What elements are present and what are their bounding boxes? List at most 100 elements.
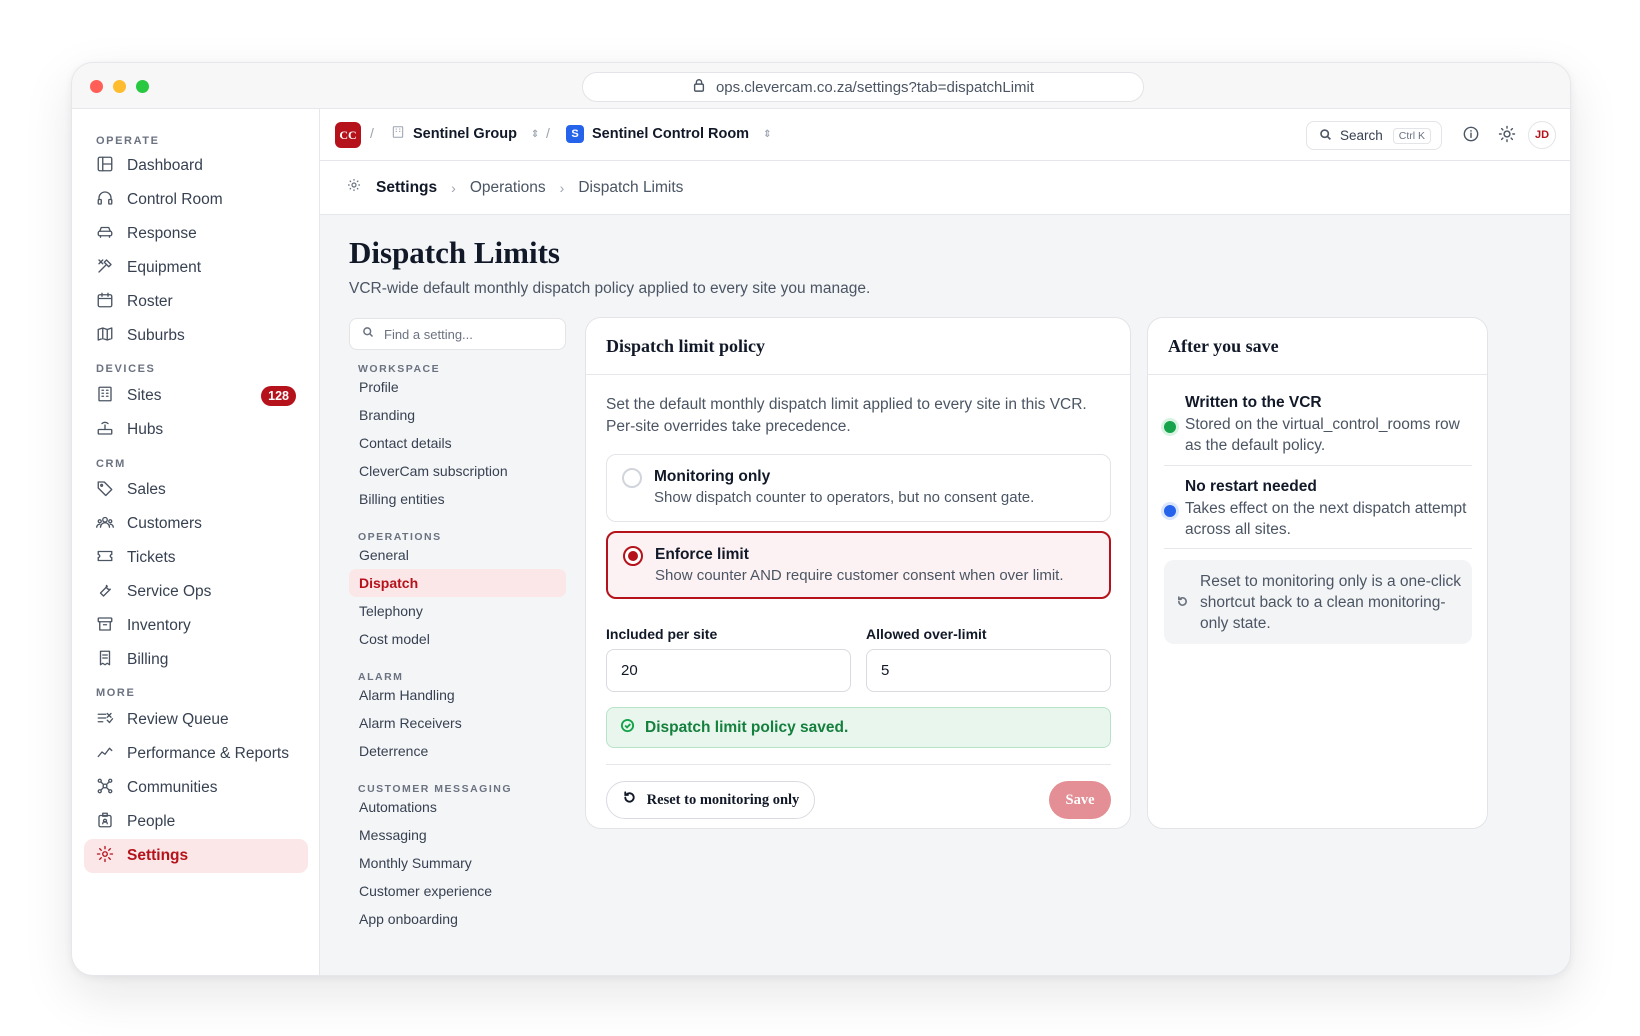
clevercam-logo[interactable]: CC	[335, 122, 361, 148]
nav-item-branding[interactable]: Branding	[349, 401, 566, 429]
sidebar-item-response[interactable]: Response	[84, 217, 308, 251]
sidebar-item-equipment[interactable]: Equipment	[84, 251, 308, 285]
sidebar-item-billing[interactable]: Billing	[84, 643, 308, 677]
nav-item-telephony[interactable]: Telephony	[349, 597, 566, 625]
id-badge-icon	[96, 811, 114, 834]
sidebar-item-communities[interactable]: Communities	[84, 771, 308, 805]
room-name: Sentinel Control Room	[592, 126, 750, 142]
option-title: Monitoring only	[654, 468, 771, 485]
radio-button-selected[interactable]	[623, 546, 643, 566]
nav-item-billing-entities[interactable]: Billing entities	[349, 485, 566, 513]
sidebar-item-hubs[interactable]: Hubs	[84, 413, 308, 447]
sidebar-item-label: Review Queue	[127, 711, 229, 728]
sidebar-item-label: Sites	[127, 387, 162, 404]
settings-search-input[interactable]	[384, 326, 554, 342]
sidebar-item-label: Service Ops	[127, 583, 212, 600]
minimize-window-button[interactable]	[113, 80, 126, 93]
calendar-icon	[96, 291, 114, 314]
settings-search[interactable]	[349, 318, 566, 350]
sun-icon[interactable]	[1497, 124, 1517, 144]
global-search-button[interactable]: Search Ctrl K	[1306, 121, 1442, 150]
dispatch-policy-card: Dispatch limit policy Set the default mo…	[585, 317, 1131, 829]
option-enforce-limit[interactable]: Enforce limit Show counter AND require c…	[606, 531, 1111, 599]
maximize-window-button[interactable]	[136, 80, 149, 93]
nav-item-monthly-summary[interactable]: Monthly Summary	[349, 849, 566, 877]
sidebar-item-suburbs[interactable]: Suburbs	[84, 319, 308, 353]
main-area: CC / Sentinel Group ⇕ / S Sentinel Contr…	[320, 109, 1570, 975]
nav-item-messaging[interactable]: Messaging	[349, 821, 566, 849]
page-title: Dispatch Limits	[349, 235, 560, 270]
receipt-icon	[96, 649, 114, 672]
reset-to-monitoring-button[interactable]: Reset to monitoring only	[606, 781, 815, 819]
sidebar-item-roster[interactable]: Roster	[84, 285, 308, 319]
sidebar-item-label: Dashboard	[127, 157, 203, 174]
included-per-site-input[interactable]	[606, 649, 851, 692]
sidebar-section-crm: CRM	[96, 458, 126, 470]
nav-item-deterrence[interactable]: Deterrence	[349, 737, 566, 765]
sidebar-item-inventory[interactable]: Inventory	[84, 609, 308, 643]
nav-item-customer-experience[interactable]: Customer experience	[349, 877, 566, 905]
gear-icon	[96, 845, 114, 868]
allowed-over-limit-label: Allowed over-limit	[866, 626, 987, 642]
nav-item-automations[interactable]: Automations	[349, 793, 566, 821]
gear-icon	[346, 177, 362, 198]
divider	[1164, 465, 1472, 466]
avatar[interactable]: JD	[1528, 121, 1556, 149]
sidebar-item-review-queue[interactable]: Review Queue	[84, 703, 308, 737]
trend-icon	[96, 743, 114, 766]
building-icon	[391, 125, 405, 143]
sidebar-item-settings[interactable]: Settings	[84, 839, 308, 873]
nav-item-alarm-receivers[interactable]: Alarm Receivers	[349, 709, 566, 737]
sidebar-item-label: Control Room	[127, 191, 223, 208]
ticket-icon	[96, 547, 114, 570]
org-switcher[interactable]: Sentinel Group ⇕	[391, 125, 539, 143]
sidebar-item-control-room[interactable]: Control Room	[84, 183, 308, 217]
nav-item-general[interactable]: General	[349, 541, 566, 569]
sidebar-item-customers[interactable]: Customers	[84, 507, 308, 541]
nav-item-alarm-handling[interactable]: Alarm Handling	[349, 681, 566, 709]
breadcrumb-operations[interactable]: Operations	[470, 179, 546, 197]
breadcrumb-dispatch-limits[interactable]: Dispatch Limits	[578, 179, 683, 197]
search-icon	[362, 325, 374, 343]
nav-item-cost-model[interactable]: Cost model	[349, 625, 566, 653]
sidebar-item-sales[interactable]: Sales	[84, 473, 308, 507]
note-text: Reset to monitoring only is a one-click …	[1200, 573, 1462, 632]
chevron-updown-icon: ⇕	[530, 128, 540, 140]
allowed-over-limit-input[interactable]	[866, 649, 1111, 692]
breadcrumb-settings[interactable]: Settings	[376, 179, 437, 197]
save-button[interactable]: Save	[1049, 781, 1111, 819]
nav-item-profile[interactable]: Profile	[349, 373, 566, 401]
success-banner: Dispatch limit policy saved.	[606, 707, 1111, 748]
sidebar-item-sites[interactable]: Sites 128	[84, 379, 308, 413]
tools-icon	[96, 257, 114, 280]
close-window-button[interactable]	[90, 80, 103, 93]
sidebar-section-more: MORE	[96, 687, 136, 699]
nav-item-clevercam-subscription[interactable]: CleverCam subscription	[349, 457, 566, 485]
option-monitoring-only[interactable]: Monitoring only Show dispatch counter to…	[606, 454, 1111, 522]
sidebar-item-service-ops[interactable]: Service Ops	[84, 575, 308, 609]
top-bar: CC / Sentinel Group ⇕ / S Sentinel Contr…	[320, 109, 1570, 161]
after-save-item-no-restart: No restart needed Takes effect on the ne…	[1164, 478, 1472, 538]
sidebar: OPERATE Dashboard Control Room Response …	[72, 109, 320, 975]
status-dot-blue	[1164, 505, 1176, 517]
title-bar: ops.clevercam.co.za/settings?tab=dispatc…	[72, 63, 1570, 109]
sidebar-item-label: People	[127, 813, 176, 830]
sidebar-section-operate: OPERATE	[96, 135, 160, 147]
sidebar-item-performance-reports[interactable]: Performance & Reports	[84, 737, 308, 771]
url-text: ops.clevercam.co.za/settings?tab=dispatc…	[715, 78, 1035, 96]
room-switcher[interactable]: S Sentinel Control Room ⇕	[566, 125, 771, 143]
policy-description: Set the default monthly dispatch limit a…	[606, 396, 1087, 435]
nav-item-contact-details[interactable]: Contact details	[349, 429, 566, 457]
item-description: Takes effect on the next dispatch attemp…	[1185, 500, 1467, 538]
status-dot-green	[1164, 421, 1176, 433]
reset-note: Reset to monitoring only is a one-click …	[1164, 560, 1472, 644]
address-bar[interactable]: ops.clevercam.co.za/settings?tab=dispatc…	[582, 72, 1144, 102]
radio-button[interactable]	[622, 468, 642, 488]
nav-item-dispatch[interactable]: Dispatch	[349, 569, 566, 597]
sidebar-item-dashboard[interactable]: Dashboard	[84, 149, 308, 183]
nav-item-app-onboarding[interactable]: App onboarding	[349, 905, 566, 933]
sidebar-item-label: Inventory	[127, 617, 191, 634]
sidebar-item-people[interactable]: People	[84, 805, 308, 839]
sidebar-item-tickets[interactable]: Tickets	[84, 541, 308, 575]
info-icon[interactable]	[1461, 124, 1481, 144]
